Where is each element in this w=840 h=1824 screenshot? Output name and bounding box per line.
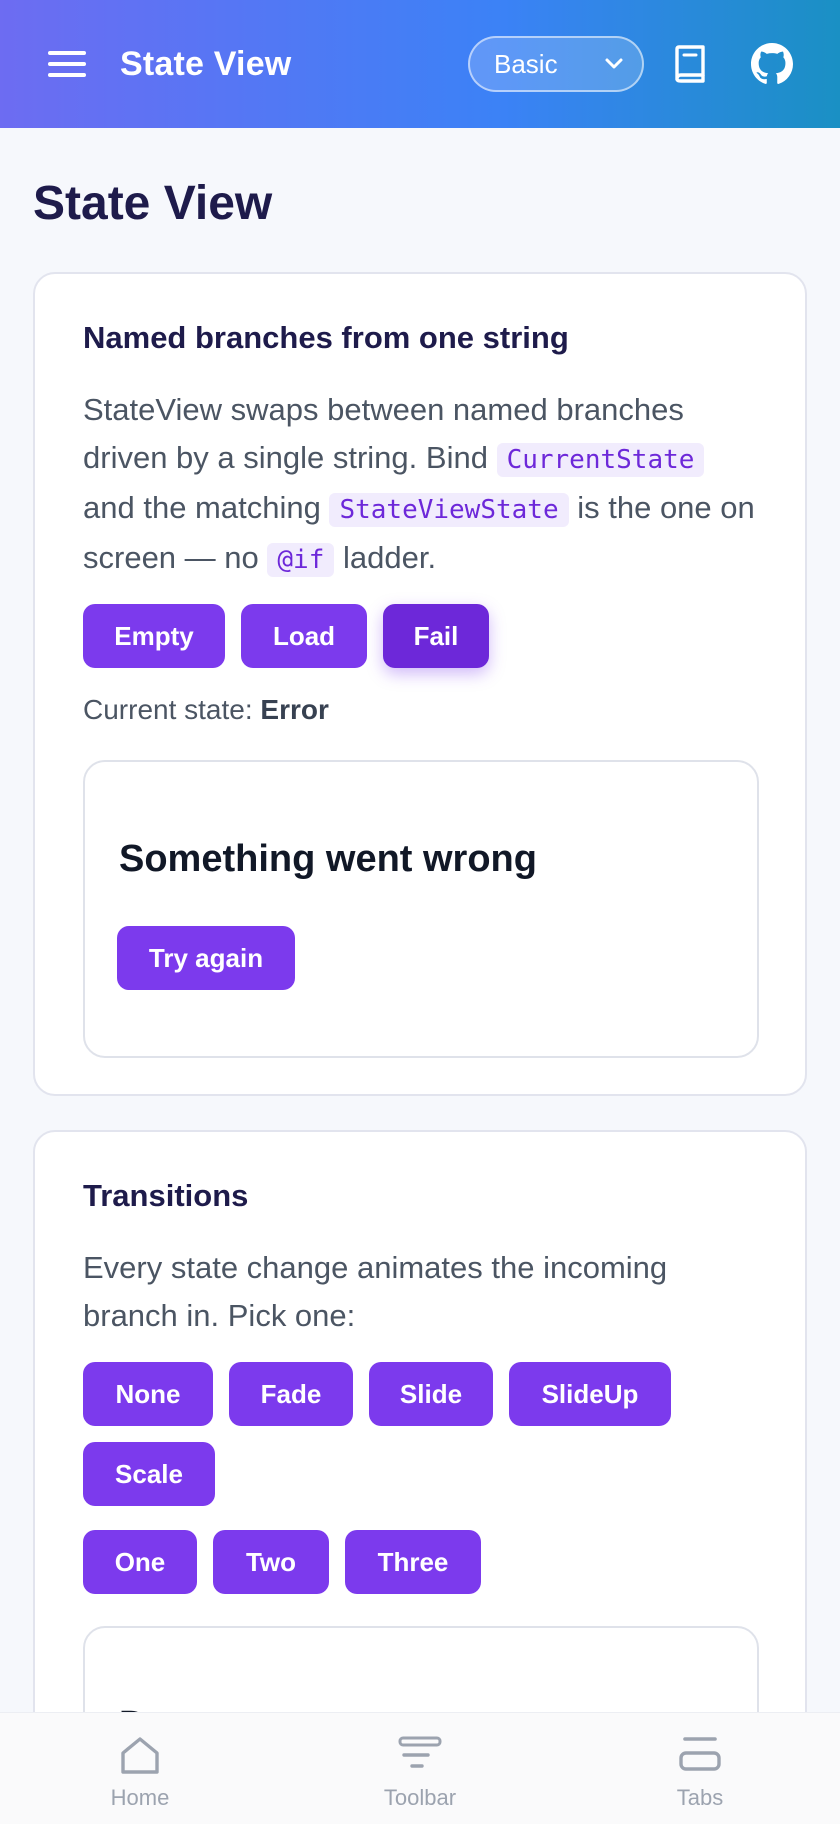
docs-button[interactable] bbox=[662, 36, 718, 92]
toolbar-icon bbox=[398, 1736, 442, 1768]
transition-slideup-button[interactable]: SlideUp bbox=[509, 1362, 671, 1426]
error-title: Something went wrong bbox=[119, 838, 537, 880]
named-branches-card: Named branches from one string StateView… bbox=[33, 272, 807, 1096]
error-state-panel: Something went wrong Try again bbox=[83, 760, 759, 1058]
transition-fade-button[interactable]: Fade bbox=[229, 1362, 353, 1426]
github-button[interactable] bbox=[744, 36, 800, 92]
code-state-view-state: StateViewState bbox=[329, 493, 569, 527]
transition-none-button[interactable]: None bbox=[83, 1362, 213, 1426]
page-content: State View Named branches from one strin… bbox=[0, 128, 840, 1712]
current-state-value: Error bbox=[260, 694, 329, 725]
github-icon bbox=[751, 43, 793, 84]
variant-select[interactable]: Basic bbox=[468, 36, 644, 92]
card-title: Named branches from one string bbox=[83, 320, 569, 355]
bottom-nav: Home Toolbar Tabs bbox=[0, 1712, 840, 1824]
home-icon bbox=[121, 1737, 159, 1774]
app-title: State View bbox=[120, 44, 292, 83]
preview-title: Done bbox=[119, 1704, 214, 1712]
desc-text: ladder. bbox=[342, 540, 437, 575]
page-title: State View bbox=[33, 177, 273, 230]
current-state-line: Current state: Error bbox=[83, 694, 329, 726]
transition-scale-button[interactable]: Scale bbox=[83, 1442, 215, 1506]
current-state-label: Current state: bbox=[83, 694, 253, 725]
state-two-button[interactable]: Two bbox=[213, 1530, 329, 1594]
nav-label-tabs: Tabs bbox=[676, 1785, 724, 1810]
desc-text: and the matching bbox=[83, 490, 321, 525]
code-current-state: CurrentState bbox=[496, 443, 705, 477]
chevron-down-icon bbox=[605, 58, 623, 69]
transitions-card: Transitions Every state change animates … bbox=[33, 1130, 807, 1712]
variant-select-value: Basic bbox=[494, 48, 558, 79]
card-description: StateView swaps between named branches d… bbox=[83, 386, 763, 584]
transition-preview-panel: Done bbox=[83, 1626, 759, 1712]
menu-button[interactable] bbox=[48, 44, 88, 84]
app-bar: State View Basic bbox=[0, 0, 840, 128]
fail-button[interactable]: Fail bbox=[383, 604, 489, 668]
nav-item-toolbar[interactable]: Toolbar bbox=[350, 1713, 490, 1824]
nav-label-toolbar: Toolbar bbox=[383, 1785, 457, 1810]
nav-label-home: Home bbox=[110, 1785, 170, 1810]
state-three-button[interactable]: Three bbox=[345, 1530, 481, 1594]
load-button[interactable]: Load bbox=[241, 604, 367, 668]
tabs-icon bbox=[679, 1737, 721, 1771]
state-one-button[interactable]: One bbox=[83, 1530, 197, 1594]
code-if: @if bbox=[267, 543, 335, 577]
try-again-button[interactable]: Try again bbox=[117, 926, 295, 990]
card-title: Transitions bbox=[83, 1178, 249, 1213]
card-description: Every state change animates the incoming… bbox=[83, 1250, 668, 1333]
nav-item-home[interactable]: Home bbox=[70, 1713, 210, 1824]
empty-button[interactable]: Empty bbox=[83, 604, 225, 668]
hamburger-icon bbox=[48, 51, 86, 77]
transition-slide-button[interactable]: Slide bbox=[369, 1362, 493, 1426]
book-icon bbox=[675, 45, 705, 83]
nav-item-tabs[interactable]: Tabs bbox=[630, 1713, 770, 1824]
